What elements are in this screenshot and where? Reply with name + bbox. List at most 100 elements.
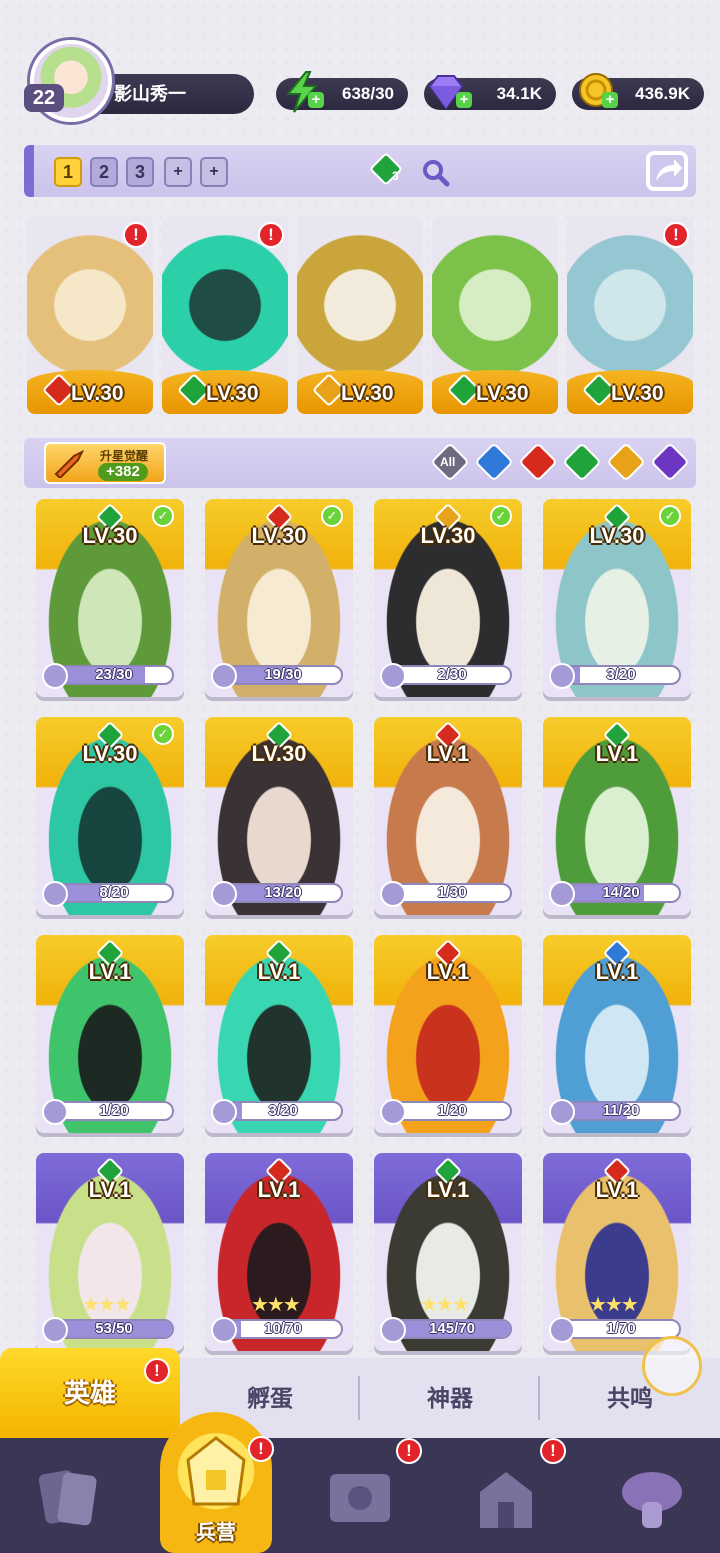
hero-card[interactable]: LV.1 1/20 xyxy=(374,935,522,1133)
hero-card[interactable]: LV.30 ✓ 8/20 xyxy=(36,717,184,915)
team-slot-3[interactable]: 3 xyxy=(126,157,154,187)
hero-shard-icon xyxy=(549,881,575,907)
star-rating-icon: ★★★ xyxy=(420,1294,470,1316)
shard-progress-text: 1/30 xyxy=(437,884,467,901)
hero-card[interactable]: LV.30 ✓ 19/30 xyxy=(205,499,353,697)
hero-shard-icon xyxy=(211,1099,237,1125)
hero-level: LV.30 xyxy=(71,382,124,405)
shard-progress-text: 53/50 xyxy=(95,1320,133,1337)
share-button[interactable] xyxy=(646,151,688,191)
star-rating-icon: ★★★ xyxy=(82,1294,132,1316)
team-slot-add-1[interactable]: + xyxy=(164,157,192,187)
hero-shard-icon xyxy=(42,663,68,689)
filter-all-label: All xyxy=(440,455,456,469)
filter-dark-icon[interactable] xyxy=(650,442,690,482)
shard-progress-bar: 2/30 xyxy=(392,665,512,685)
shard-progress-text: 19/30 xyxy=(264,666,302,683)
hero-card[interactable]: LV.1 1/30 xyxy=(374,717,522,915)
shard-progress-text: 145/70 xyxy=(429,1320,475,1337)
cards-icon[interactable] xyxy=(30,1458,110,1538)
hero-shard-icon xyxy=(42,1099,68,1125)
hero-shard-icon xyxy=(42,1317,68,1343)
shard-progress-bar: 8/20 xyxy=(54,883,174,903)
hero-shard-icon xyxy=(549,663,575,689)
gold-add-button[interactable]: + xyxy=(602,92,618,108)
temple-alert-badge: ! xyxy=(540,1438,566,1464)
lineup-hero-card[interactable]: LV.30! xyxy=(567,216,693,414)
lineup-hero-card[interactable]: LV.30 xyxy=(432,216,558,414)
hero-level: LV.30 xyxy=(476,382,529,405)
hero-card[interactable]: LV.30 ✓ 3/20 xyxy=(543,499,691,697)
hero-shard-icon xyxy=(380,1317,406,1343)
hero-card[interactable]: LV.30 ✓ 2/30 xyxy=(374,499,522,697)
hero-level: LV.30 xyxy=(251,741,307,766)
filter-light-icon[interactable] xyxy=(606,442,646,482)
hero-shard-icon xyxy=(549,1317,575,1343)
lineup-hero-card[interactable]: LV.30! xyxy=(27,216,153,414)
hero-card[interactable]: LV.30 ✓ 23/30 xyxy=(36,499,184,697)
hero-shard-icon xyxy=(380,881,406,907)
shard-progress-bar: 10/70 xyxy=(223,1319,343,1339)
deployed-check-icon: ✓ xyxy=(152,505,174,527)
hero-level: LV.1 xyxy=(426,741,470,766)
gems-add-button[interactable]: + xyxy=(456,92,472,108)
deployed-check-icon: ✓ xyxy=(321,505,343,527)
hero-shard-icon xyxy=(211,1317,237,1343)
star-rating-icon: ★★★ xyxy=(251,1294,301,1316)
player-name[interactable]: 影山秀一 xyxy=(92,74,254,114)
hero-level: LV.30 xyxy=(206,382,259,405)
hero-level: LV.1 xyxy=(595,741,639,766)
team-slot-1[interactable]: 1 xyxy=(54,157,82,187)
hero-level: LV.1 xyxy=(595,959,639,984)
hero-card[interactable]: LV.1 ★★★ 10/70 xyxy=(205,1153,353,1351)
hero-card[interactable]: LV.1 11/20 xyxy=(543,935,691,1133)
tab-heroes-alert-badge: ! xyxy=(144,1358,170,1384)
hero-shard-icon xyxy=(380,1099,406,1125)
hero-level: LV.1 xyxy=(426,959,470,984)
hero-card[interactable]: LV.1 ★★★ 1/70 xyxy=(543,1153,691,1351)
shard-progress-text: 1/70 xyxy=(606,1320,636,1337)
shard-progress-bar: 13/20 xyxy=(223,883,343,903)
lineup-hero-card[interactable]: LV.30! xyxy=(162,216,288,414)
tab-artifacts[interactable]: 神器 xyxy=(360,1358,540,1438)
awaken-title: 升星觉醒 xyxy=(100,449,149,463)
team-slot-add-2[interactable]: + xyxy=(200,157,228,187)
map-icon[interactable] xyxy=(320,1458,400,1538)
hero-card[interactable]: LV.1 1/20 xyxy=(36,935,184,1133)
hero-card[interactable]: LV.1 14/20 xyxy=(543,717,691,915)
hero-level: LV.30 xyxy=(341,382,394,405)
element-bonus-count: 3 xyxy=(392,169,399,183)
hero-shard-icon xyxy=(211,881,237,907)
sword-icon xyxy=(54,450,85,478)
energy-add-button[interactable]: + xyxy=(308,92,324,108)
hero-level: LV.1 xyxy=(595,1177,639,1202)
awaken-value: +382 xyxy=(98,463,148,481)
shard-progress-text: 2/30 xyxy=(437,666,467,683)
lineup-hero-card[interactable]: LV.30 xyxy=(297,216,423,414)
deployed-check-icon: ✓ xyxy=(152,723,174,745)
hero-level: LV.1 xyxy=(426,1177,470,1202)
shard-progress-bar: 14/20 xyxy=(561,883,681,903)
hero-card[interactable]: LV.1 ★★★ 53/50 xyxy=(36,1153,184,1351)
player-level-badge: 22 xyxy=(24,84,64,112)
hero-level: LV.1 xyxy=(88,1177,132,1202)
search-icon[interactable] xyxy=(420,157,450,187)
hero-card[interactable]: LV.30 13/20 xyxy=(205,717,353,915)
filter-water-icon[interactable] xyxy=(474,442,514,482)
filter-nature-icon[interactable] xyxy=(562,442,602,482)
hero-card[interactable]: LV.1 3/20 xyxy=(205,935,353,1133)
deployed-check-icon: ✓ xyxy=(659,505,681,527)
barracks-alert-badge: ! xyxy=(248,1436,274,1462)
mushroom-icon[interactable] xyxy=(612,1458,692,1538)
shard-progress-bar: 19/30 xyxy=(223,665,343,685)
shard-progress-bar: 11/20 xyxy=(561,1101,681,1121)
floating-action-button[interactable] xyxy=(642,1336,702,1396)
temple-icon[interactable] xyxy=(466,1458,546,1538)
awaken-button[interactable]: 升星觉醒 +382 xyxy=(44,442,166,484)
filter-fire-icon[interactable] xyxy=(518,442,558,482)
hero-card[interactable]: LV.1 ★★★ 145/70 xyxy=(374,1153,522,1351)
hero-level: LV.1 xyxy=(88,959,132,984)
shard-progress-bar: 3/20 xyxy=(223,1101,343,1121)
nav-barracks-label: 兵营 xyxy=(196,1522,236,1544)
team-slot-2[interactable]: 2 xyxy=(90,157,118,187)
